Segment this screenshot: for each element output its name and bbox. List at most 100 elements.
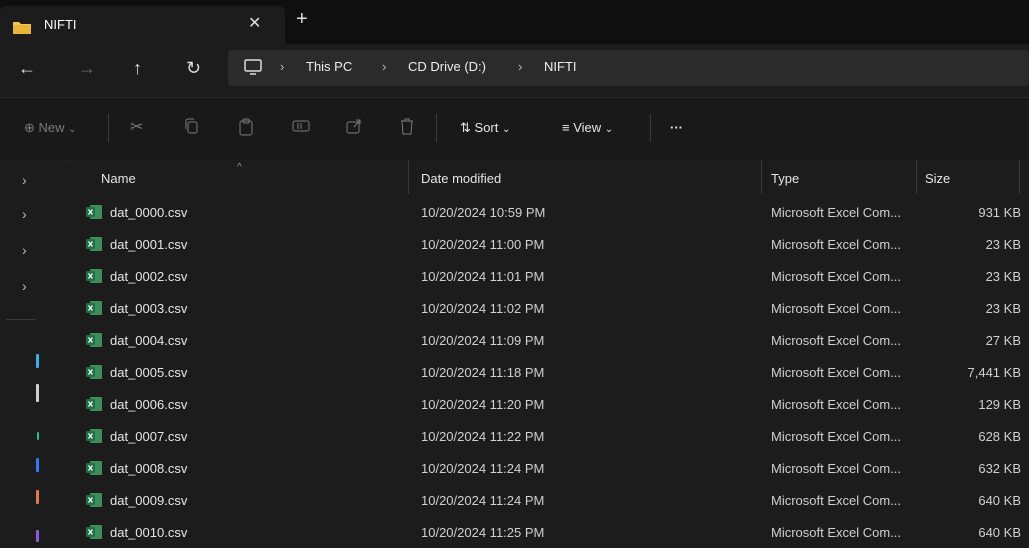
column-header-name[interactable]: Name [101, 171, 136, 186]
file-type: Microsoft Excel Com... [771, 493, 902, 508]
chevron-right-icon: › [280, 59, 285, 74]
sort-ascending-icon: ^ [237, 162, 242, 173]
chevron-down-icon: ⌄ [502, 124, 511, 135]
pinned-item-icon[interactable] [36, 384, 39, 402]
column-header-size[interactable]: Size [925, 171, 950, 186]
file-size: 129 KB [978, 397, 1021, 412]
table-row[interactable]: dat_0008.csv 10/20/2024 11:24 PM Microsoft… [67, 452, 1029, 484]
chevron-right-icon: › [518, 59, 523, 74]
sort-label: Sort [474, 120, 499, 135]
back-button[interactable]: ← [18, 58, 36, 79]
delete-icon[interactable] [400, 118, 414, 138]
tab-title: NIFTI [44, 17, 77, 32]
file-type: Microsoft Excel Com... [771, 365, 902, 380]
breadcrumb-nifti[interactable]: NIFTI [544, 59, 577, 74]
chevron-right-icon: › [382, 59, 387, 74]
copy-icon[interactable] [184, 118, 200, 137]
table-row[interactable]: dat_0004.csv 10/20/2024 11:09 PM Microsoft… [67, 324, 1029, 356]
column-divider[interactable] [1019, 160, 1020, 194]
pinned-item-icon[interactable] [36, 458, 39, 472]
column-header-date[interactable]: Date modified [421, 171, 501, 186]
file-name: dat_0002.csv [110, 269, 188, 284]
file-name: dat_0000.csv [110, 205, 188, 220]
pinned-item-icon[interactable] [36, 490, 39, 504]
breadcrumb-this-pc[interactable]: This PC [306, 59, 352, 74]
view-button[interactable]: ≡ View ⌄ [562, 120, 613, 135]
column-divider[interactable] [916, 160, 917, 194]
file-size: 640 KB [978, 493, 1021, 508]
table-row[interactable]: dat_0002.csv 10/20/2024 11:01 PM Microsoft… [67, 260, 1029, 292]
excel-file-icon [86, 493, 102, 512]
pinned-item-icon[interactable] [36, 354, 39, 368]
file-date-modified: 10/20/2024 11:22 PM [421, 429, 545, 444]
expand-chevron-icon[interactable]: › [22, 278, 27, 294]
table-row[interactable]: dat_0001.csv 10/20/2024 11:00 PM Microsoft… [67, 228, 1029, 260]
view-list-icon: ≡ [562, 120, 570, 135]
new-tab-button[interactable]: + [296, 8, 308, 31]
file-name: dat_0005.csv [110, 365, 188, 380]
new-label: New [38, 120, 65, 135]
excel-file-icon [86, 333, 102, 352]
pinned-item-icon[interactable] [37, 432, 39, 440]
excel-file-icon [86, 429, 102, 448]
excel-file-icon [86, 525, 102, 544]
tab-bar: NIFTI ✕ + [0, 0, 1029, 44]
address-box[interactable]: › This PC › CD Drive (D:) › NIFTI [228, 50, 1029, 86]
view-label: View [573, 120, 602, 135]
expand-chevron-icon[interactable]: › [22, 206, 27, 222]
sort-button[interactable]: ⇅ Sort ⌄ [460, 120, 510, 136]
file-type: Microsoft Excel Com... [771, 301, 902, 316]
file-size: 931 KB [978, 205, 1021, 220]
file-date-modified: 10/20/2024 11:18 PM [421, 365, 545, 380]
file-date-modified: 10/20/2024 11:20 PM [421, 397, 545, 412]
up-button[interactable]: ↑ [133, 58, 142, 79]
file-size: 23 KB [985, 301, 1021, 316]
table-row[interactable]: dat_0000.csv 10/20/2024 10:59 PM Microsoft… [67, 196, 1029, 228]
expand-chevron-icon[interactable]: › [22, 242, 27, 258]
file-type: Microsoft Excel Com... [771, 205, 902, 220]
rename-icon[interactable] [292, 118, 310, 137]
column-divider[interactable] [408, 160, 409, 194]
file-type: Microsoft Excel Com... [771, 397, 902, 412]
table-row[interactable]: dat_0006.csv 10/20/2024 11:20 PM Microsoft… [67, 388, 1029, 420]
file-name: dat_0006.csv [110, 397, 188, 412]
file-type: Microsoft Excel Com... [771, 525, 902, 540]
file-size: 628 KB [978, 429, 1021, 444]
file-date-modified: 10/20/2024 11:01 PM [421, 269, 545, 284]
column-header-type[interactable]: Type [771, 171, 799, 186]
column-header-row: Name ^ Date modified Type Size [67, 160, 1029, 194]
tab-nifti[interactable]: NIFTI ✕ [0, 6, 285, 44]
breadcrumb-cd-drive[interactable]: CD Drive (D:) [408, 59, 486, 74]
excel-file-icon [86, 365, 102, 384]
cut-icon[interactable]: ✂ [130, 117, 143, 137]
file-size: 632 KB [978, 461, 1021, 476]
toolbar-divider [650, 114, 651, 142]
table-row[interactable]: dat_0010.csv 10/20/2024 11:25 PM Microsoft… [67, 516, 1029, 548]
file-name: dat_0009.csv [110, 493, 188, 508]
file-list: Name ^ Date modified Type Size dat_0000.… [67, 160, 1029, 545]
share-icon[interactable] [346, 118, 362, 137]
table-row[interactable]: dat_0003.csv 10/20/2024 11:02 PM Microsoft… [67, 292, 1029, 324]
file-type: Microsoft Excel Com... [771, 461, 902, 476]
refresh-button[interactable]: ↻ [186, 58, 201, 79]
file-type: Microsoft Excel Com... [771, 333, 902, 348]
new-button[interactable]: ⊕ New ⌄ [24, 120, 77, 136]
file-date-modified: 10/20/2024 11:25 PM [421, 525, 545, 540]
excel-file-icon [86, 461, 102, 480]
file-size: 23 KB [985, 269, 1021, 284]
table-row[interactable]: dat_0005.csv 10/20/2024 11:18 PM Microsoft… [67, 356, 1029, 388]
paste-icon[interactable] [238, 118, 254, 139]
table-row[interactable]: dat_0009.csv 10/20/2024 11:24 PM Microsoft… [67, 484, 1029, 516]
file-name: dat_0007.csv [110, 429, 188, 444]
plus-circle-icon: ⊕ [24, 120, 35, 135]
expand-chevron-icon[interactable]: › [22, 172, 27, 188]
file-date-modified: 10/20/2024 10:59 PM [421, 205, 546, 220]
forward-button[interactable]: → [78, 58, 96, 79]
pinned-item-icon[interactable] [36, 530, 39, 542]
toolbar-divider [108, 114, 109, 142]
table-row[interactable]: dat_0007.csv 10/20/2024 11:22 PM Microsoft… [67, 420, 1029, 452]
close-tab-button[interactable]: ✕ [248, 13, 261, 33]
more-options-button[interactable]: ··· [670, 120, 683, 135]
file-type: Microsoft Excel Com... [771, 237, 902, 252]
column-divider[interactable] [761, 160, 762, 194]
